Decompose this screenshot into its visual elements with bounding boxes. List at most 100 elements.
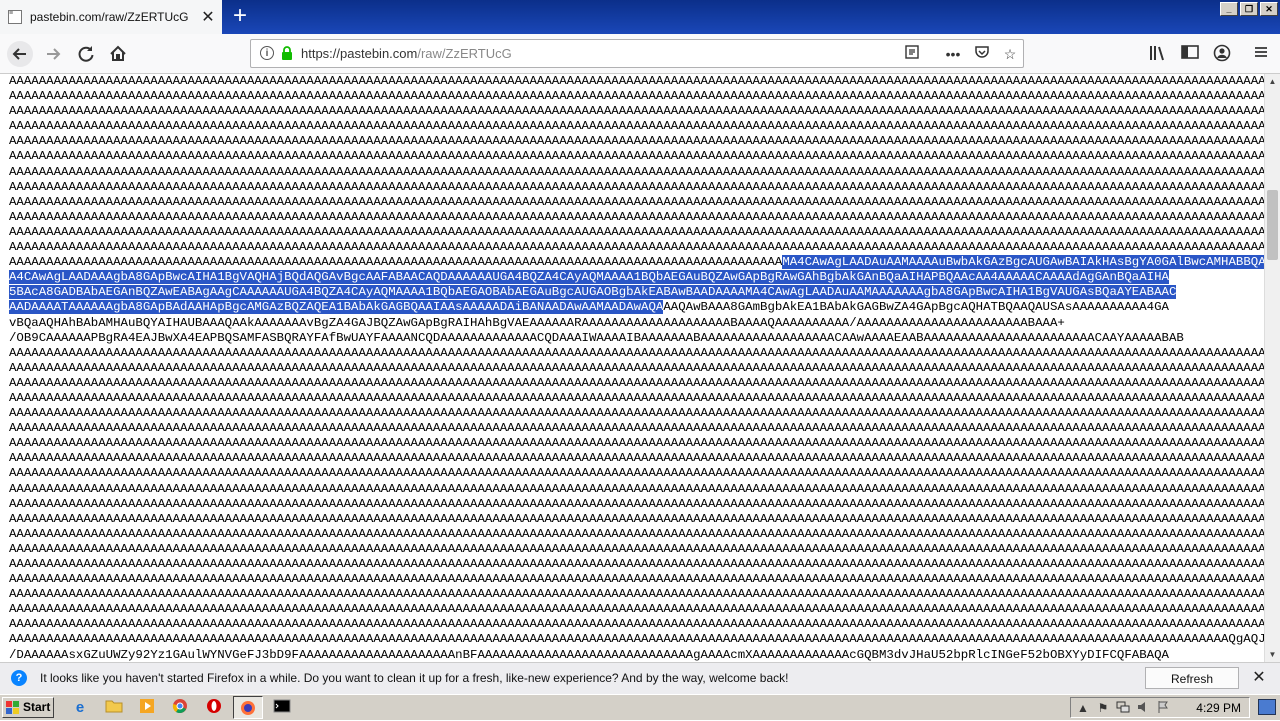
reload-icon[interactable] <box>72 40 100 68</box>
volume-icon[interactable] <box>1135 700 1151 716</box>
start-label: Start <box>23 700 51 714</box>
text-line: AAAAAAAAAAAAAAAAAAAAAAAAAAAAAAAAAAAAAAAA… <box>9 194 1264 209</box>
home-icon[interactable] <box>104 40 132 68</box>
media-player-icon[interactable] <box>137 698 157 718</box>
selected-text: MA4CAwAgLAADAuAAMAAAAuBwbAkGAzBgcAUGAwBA… <box>782 255 1264 270</box>
action-center-icon[interactable]: ⚑ <box>1095 700 1111 716</box>
flag-icon[interactable] <box>1155 700 1171 716</box>
back-icon[interactable] <box>6 40 34 68</box>
text-line: 5BAcA8GADBAbAEGAnBQZAwEABAgAAgCAAAAAAUGA… <box>9 285 1177 300</box>
tab-title: pastebin.com/raw/ZzERTUcG <box>30 10 189 24</box>
page-actions-icon[interactable]: ••• <box>943 44 963 64</box>
text-line: AAAAAAAAAAAAAAAAAAAAAAAAAAAAAAAAAAAAAAAA… <box>9 89 1264 104</box>
firefox-taskbar-button[interactable] <box>233 696 263 719</box>
sidebar-icon[interactable] <box>1179 44 1201 64</box>
text-line: AAAAAAAAAAAAAAAAAAAAAAAAAAAAAAAAAAAAAAAA… <box>9 255 1264 270</box>
clock[interactable]: 4:29 PM <box>1196 700 1241 716</box>
text-line: AAAAAAAAAAAAAAAAAAAAAAAAAAAAAAAAAAAAAAAA… <box>9 572 1264 587</box>
network-icon[interactable] <box>1115 700 1131 716</box>
text-line: AAAAAAAAAAAAAAAAAAAAAAAAAAAAAAAAAAAAAAAA… <box>9 390 1264 405</box>
text-line: AAAAAAAAAAAAAAAAAAAAAAAAAAAAAAAAAAAAAAAA… <box>9 119 1264 134</box>
text-line: AAAAAAAAAAAAAAAAAAAAAAAAAAAAAAAAAAAAAAAA… <box>9 451 1264 466</box>
text-line: /OB9CAAAAAAPBgRA4EAJBwXA4EAPBQSAMFASBQRA… <box>9 330 1184 345</box>
selected-text: A4CAwAgLAADAAAgbA8GApBwcAIHA1BgVAQHAjBQd… <box>9 270 1169 285</box>
menu-icon[interactable] <box>1250 44 1272 64</box>
restore-button[interactable]: ❐ <box>1240 2 1258 16</box>
text-line: AAAAAAAAAAAAAAAAAAAAAAAAAAAAAAAAAAAAAAAA… <box>9 511 1264 526</box>
close-notification-icon[interactable]: ✕ <box>1250 668 1268 688</box>
system-tray: ▲ ⚑ 4:29 PM <box>1070 697 1250 718</box>
text-line: AAAAAAAAAAAAAAAAAAAAAAAAAAAAAAAAAAAAAAAA… <box>9 74 1264 88</box>
scroll-thumb[interactable] <box>1267 190 1278 260</box>
windows-taskbar: Start e ▲ ⚑ 4:29 PM <box>0 694 1280 720</box>
show-hidden-icons-icon[interactable]: ▲ <box>1075 700 1091 716</box>
text-line: AAAAAAAAAAAAAAAAAAAAAAAAAAAAAAAAAAAAAAAA… <box>9 481 1264 496</box>
vertical-scrollbar[interactable]: ▲ ▼ <box>1264 74 1280 662</box>
bookmark-star-icon[interactable]: ☆ <box>1000 44 1020 64</box>
url-bar[interactable]: i https://pastebin.com/raw/ZzERTUcG ••• … <box>250 39 1024 68</box>
folder-icon[interactable] <box>104 698 124 718</box>
scroll-down-arrow-icon[interactable]: ▼ <box>1265 647 1280 662</box>
text-line: AAAAAAAAAAAAAAAAAAAAAAAAAAAAAAAAAAAAAAAA… <box>9 375 1264 390</box>
new-tab-button[interactable]: + <box>226 4 254 30</box>
text-line: AAAAAAAAAAAAAAAAAAAAAAAAAAAAAAAAAAAAAAAA… <box>9 240 1264 255</box>
text-line: AAAAAAAAAAAAAAAAAAAAAAAAAAAAAAAAAAAAAAAA… <box>9 526 1264 541</box>
close-window-button[interactable]: ✕ <box>1260 2 1278 16</box>
firefox-icon <box>241 701 255 715</box>
text-line: AAAAAAAAAAAAAAAAAAAAAAAAAAAAAAAAAAAAAAAA… <box>9 149 1264 164</box>
text-line: AAAAAAAAAAAAAAAAAAAAAAAAAAAAAAAAAAAAAAAA… <box>9 164 1264 179</box>
text-line: AAAAAAAAAAAAAAAAAAAAAAAAAAAAAAAAAAAAAAAA… <box>9 541 1264 556</box>
opera-icon[interactable] <box>204 698 224 718</box>
text-line: AAAAAAAAAAAAAAAAAAAAAAAAAAAAAAAAAAAAAAAA… <box>9 224 1264 239</box>
tab-strip: ≡ pastebin.com/raw/ZzERTUcG ✕ + _ ❐ ✕ <box>0 0 1280 34</box>
scroll-up-arrow-icon[interactable]: ▲ <box>1265 74 1280 89</box>
account-icon[interactable] <box>1211 44 1233 64</box>
text-line: /DAAAAAAsxGZuUWZy92Yz1GAulWYNVGeFJ3bD9FA… <box>9 647 1169 662</box>
raw-text[interactable]: AAAAAAAAAAAAAAAAAAAAAAAAAAAAAAAAAAAAAAAA… <box>0 74 1264 662</box>
start-button[interactable]: Start <box>2 697 54 718</box>
show-desktop-icon[interactable] <box>1258 699 1276 715</box>
url-text[interactable]: https://pastebin.com/raw/ZzERTUcG <box>301 46 512 61</box>
window-controls: _ ❐ ✕ <box>1218 2 1278 16</box>
pocket-icon[interactable] <box>972 44 992 64</box>
text-line: AAAAAAAAAAAAAAAAAAAAAAAAAAAAAAAAAAAAAAAA… <box>9 345 1264 360</box>
info-icon[interactable]: i <box>260 46 274 60</box>
lock-icon[interactable] <box>281 46 293 61</box>
text-line: AAAAAAAAAAAAAAAAAAAAAAAAAAAAAAAAAAAAAAAA… <box>9 360 1264 375</box>
reader-view-icon[interactable] <box>902 44 922 64</box>
text-line: AAAAAAAAAAAAAAAAAAAAAAAAAAAAAAAAAAAAAAAA… <box>9 209 1264 224</box>
refresh-firefox-button[interactable]: Refresh Firefox… <box>1145 667 1239 708</box>
text-line: AAAAAAAAAAAAAAAAAAAAAAAAAAAAAAAAAAAAAAAA… <box>9 632 1264 647</box>
cmd-icon[interactable] <box>272 698 292 718</box>
notification-bar: ? It looks like you haven't started Fire… <box>0 662 1280 708</box>
text-line: AADAAAATAAAAAAgbA8GApBAdAAHApBgcAMGAzBQZ… <box>9 300 1169 315</box>
library-icon[interactable] <box>1147 44 1169 64</box>
chrome-icon[interactable] <box>170 698 190 718</box>
page-favicon-icon: ≡ <box>8 10 22 24</box>
text-line: AAAAAAAAAAAAAAAAAAAAAAAAAAAAAAAAAAAAAAAA… <box>9 104 1264 119</box>
minimize-button[interactable]: _ <box>1220 2 1238 16</box>
text-line: AAAAAAAAAAAAAAAAAAAAAAAAAAAAAAAAAAAAAAAA… <box>9 496 1264 511</box>
notification-message: It looks like you haven't started Firefo… <box>40 671 789 685</box>
text-line: AAAAAAAAAAAAAAAAAAAAAAAAAAAAAAAAAAAAAAAA… <box>9 587 1264 602</box>
browser-tab[interactable]: ≡ pastebin.com/raw/ZzERTUcG ✕ <box>0 0 222 34</box>
text-line: A4CAwAgLAADAAAgbA8GApBwcAIHA1BgVAQHAjBQd… <box>9 270 1169 285</box>
text-line: AAAAAAAAAAAAAAAAAAAAAAAAAAAAAAAAAAAAAAAA… <box>9 406 1264 421</box>
close-tab-icon[interactable]: ✕ <box>198 7 218 27</box>
raw-paste-content[interactable]: AAAAAAAAAAAAAAAAAAAAAAAAAAAAAAAAAAAAAAAA… <box>0 74 1264 662</box>
question-icon: ? <box>11 670 27 686</box>
windows-logo-icon <box>6 701 19 714</box>
text-line: AAAAAAAAAAAAAAAAAAAAAAAAAAAAAAAAAAAAAAAA… <box>9 436 1264 451</box>
text-line: AAAAAAAAAAAAAAAAAAAAAAAAAAAAAAAAAAAAAAAA… <box>9 179 1264 194</box>
text-line: vBQaAQHAhBAbAMHAuBQYAIHAUBAAAQAAkAAAAAAA… <box>9 315 1065 330</box>
ie-icon[interactable]: e <box>70 698 90 718</box>
forward-icon[interactable] <box>40 40 68 68</box>
url-domain: https://pastebin.com <box>301 46 418 61</box>
selected-text: 5BAcA8GADBAbAEGAnBQZAwEABAgAAgCAAAAAAUGA… <box>9 285 1177 300</box>
text-line: AAAAAAAAAAAAAAAAAAAAAAAAAAAAAAAAAAAAAAAA… <box>9 557 1264 571</box>
text-line: AAAAAAAAAAAAAAAAAAAAAAAAAAAAAAAAAAAAAAAA… <box>9 134 1264 149</box>
text-line: AAAAAAAAAAAAAAAAAAAAAAAAAAAAAAAAAAAAAAAA… <box>9 602 1264 617</box>
navigation-toolbar: i https://pastebin.com/raw/ZzERTUcG ••• … <box>0 34 1280 74</box>
text-line: AAAAAAAAAAAAAAAAAAAAAAAAAAAAAAAAAAAAAAAA… <box>9 466 1264 481</box>
text-line: AAAAAAAAAAAAAAAAAAAAAAAAAAAAAAAAAAAAAAAA… <box>9 617 1264 632</box>
